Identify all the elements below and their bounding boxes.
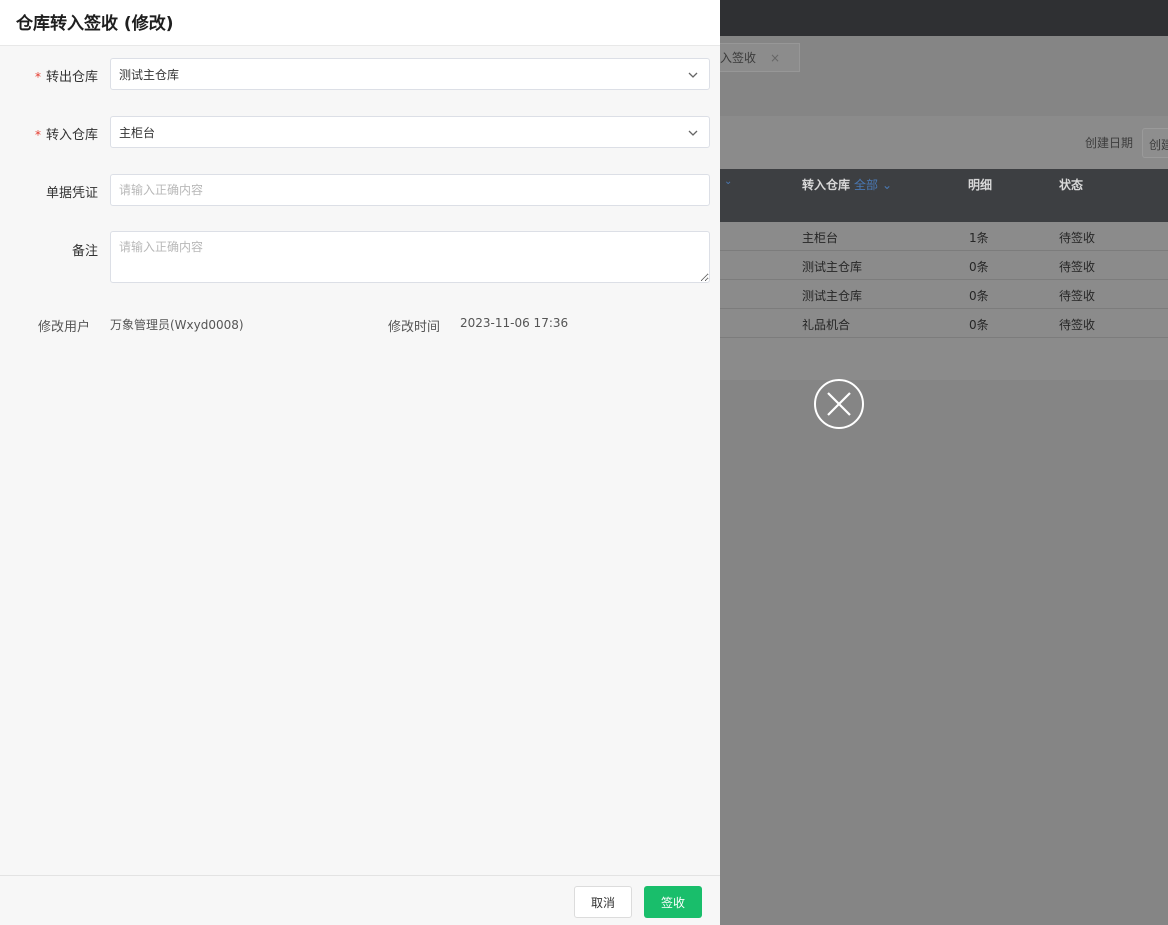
tab-close-icon[interactable]: ×: [770, 51, 780, 65]
drawer-title: 仓库转入签收 (修改): [16, 14, 174, 34]
voucher-input[interactable]: [110, 174, 710, 206]
chevron-down-icon[interactable]: ⌄: [882, 178, 892, 192]
cell-status: 待签收: [1059, 318, 1096, 332]
sign-button[interactable]: 签收: [644, 886, 702, 918]
cell-detail: 0条: [969, 289, 989, 303]
cell-detail: 1条: [969, 231, 989, 245]
column-detail: 明细: [968, 178, 993, 192]
cell-warehouse: 主柜台: [802, 231, 839, 245]
remark-label: 备注: [71, 244, 98, 259]
in-warehouse-label-wrap: * 转入仓库: [0, 124, 98, 143]
cancel-button[interactable]: 取消: [574, 886, 632, 918]
modify-time-label: 修改时间: [388, 320, 441, 335]
column-in-warehouse-label: 转入仓库: [802, 178, 851, 192]
column-in-warehouse: 转入仓库 全部 ⌄: [802, 176, 892, 193]
modify-user-label: 修改用户: [38, 320, 91, 335]
cell-detail: 0条: [969, 260, 989, 274]
required-mark: *: [34, 128, 41, 142]
tab-label: 入签收: [720, 51, 757, 65]
filter-all-link[interactable]: 全部: [854, 178, 878, 192]
out-warehouse-label: 转出仓库: [45, 70, 98, 85]
modify-user-value: 万象管理员(Wxyd0008): [110, 318, 244, 332]
date-filter-label: 创建日期: [1085, 136, 1134, 150]
voucher-label: 单据凭证: [45, 186, 98, 201]
modify-time-value: 2023-11-06 17:36: [460, 316, 569, 330]
close-icon: [827, 392, 851, 416]
required-mark: *: [34, 70, 41, 84]
out-warehouse-select[interactable]: 测试主仓库: [110, 58, 710, 90]
in-warehouse-label: 转入仓库: [45, 128, 98, 143]
sign-drawer: 仓库转入签收 (修改) * 转出仓库 测试主仓库 * 转入仓库 主柜台 单据凭证 备…: [0, 0, 720, 925]
date-filter-input[interactable]: 创建: [1142, 128, 1168, 158]
out-warehouse-label-wrap: * 转出仓库: [0, 66, 98, 85]
chevron-down-icon: [688, 72, 698, 78]
cell-warehouse: 礼品机合: [802, 318, 851, 332]
chevron-down-icon[interactable]: ⌄: [724, 176, 732, 187]
cell-status: 待签收: [1059, 231, 1096, 245]
cell-detail: 0条: [969, 318, 989, 332]
out-warehouse-value: 测试主仓库: [119, 67, 180, 82]
in-warehouse-value: 主柜台: [119, 125, 156, 140]
chevron-down-icon: [688, 130, 698, 136]
column-status: 状态: [1059, 178, 1084, 192]
close-drawer-button[interactable]: [814, 379, 864, 429]
in-warehouse-select[interactable]: 主柜台: [110, 116, 710, 148]
cell-warehouse: 测试主仓库: [802, 260, 863, 274]
cell-status: 待签收: [1059, 260, 1096, 274]
cell-status: 待签收: [1059, 289, 1096, 303]
drawer-header: 仓库转入签收 (修改): [0, 0, 720, 46]
cell-warehouse: 测试主仓库: [802, 289, 863, 303]
remark-textarea[interactable]: [110, 231, 710, 283]
